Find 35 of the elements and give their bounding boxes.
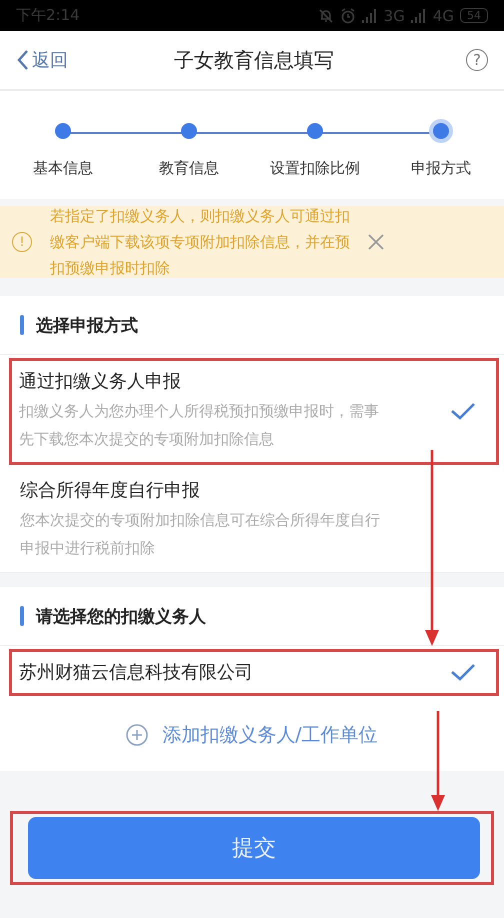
step-label: 设置扣除比例 [270, 159, 360, 178]
close-button[interactable] [366, 232, 386, 252]
section-title: 选择申报方式 [36, 314, 138, 336]
network-label: 3G [384, 6, 405, 24]
section-title: 请选择您的扣缴义务人 [36, 606, 206, 628]
option-description: 您本次提交的专项附加扣除信息可在综合所得年度自行申报中进行税前扣除 [20, 510, 381, 559]
chevron-left-icon [16, 49, 30, 71]
check-icon [450, 401, 476, 421]
option-title: 综合所得年度自行申报 [20, 479, 201, 502]
network-label: 4G [432, 6, 454, 24]
page-title: 子女教育信息填写 [173, 46, 335, 74]
option-row[interactable]: 通过扣缴义务人申报 扣缴义务人为您办理个人所得税预扣预缴申报时，需事先下载您本次提交的专项附加扣除信息 [10, 359, 498, 464]
plus-circle-icon [126, 724, 148, 746]
back-button[interactable]: 返回 [16, 48, 86, 72]
info-icon: ! [12, 232, 32, 252]
close-icon [366, 232, 386, 252]
add-withholder-link[interactable]: 添加扣缴义务人/工作单位 [126, 722, 378, 748]
muted-bell-icon [318, 8, 334, 24]
step-label: 基本信息 [33, 159, 93, 178]
option-title: 通过扣缴义务人申报 [19, 370, 182, 393]
signal-icon [410, 8, 427, 22]
help-button[interactable]: ? [466, 49, 488, 71]
option-description: 扣缴义务人为您办理个人所得税预扣预缴申报时，需事先下载您本次提交的专项附加扣除信息 [19, 401, 380, 450]
step-label: 申报方式 [411, 159, 471, 178]
submit-button[interactable]: 提交 [28, 817, 480, 879]
option-row[interactable]: 综合所得年度自行申报 您本次提交的专项附加扣除信息可在综合所得年度自行申报中进行税前扣除 [0, 468, 504, 573]
check-icon [450, 662, 476, 682]
step-label: 教育信息 [159, 159, 219, 178]
notice-text: 若指定了扣缴义务人，则扣缴义务人可通过扣缴客户端下载该项专项附加扣除信息，并在预扣预缴申报时扣除 [50, 206, 351, 279]
option-title: 苏州财猫云信息科技有限公司 [19, 661, 254, 684]
signal-icon [362, 8, 378, 22]
alarm-icon [340, 8, 356, 24]
battery-level: 54 [460, 8, 488, 23]
option-row[interactable]: 苏州财猫云信息科技有限公司 [10, 650, 498, 695]
status-time: 下午2:14 [16, 6, 80, 25]
